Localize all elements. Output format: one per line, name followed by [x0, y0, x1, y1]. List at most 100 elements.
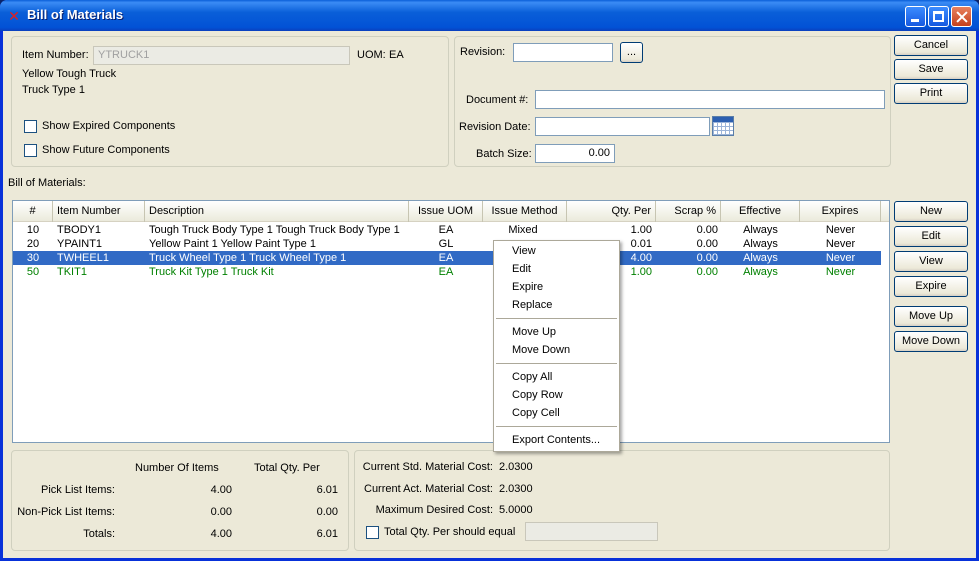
menu-item-copy-cell[interactable]: Copy Cell	[512, 407, 560, 419]
pick-list-items: 4.00	[210, 484, 232, 496]
table-header: # Item Number Description Issue UOM Issu…	[13, 201, 889, 222]
column-header-issue-method[interactable]: Issue Method	[483, 201, 567, 222]
window-title: Bill of Materials	[27, 7, 124, 22]
move-down-button[interactable]: Move Down	[894, 331, 968, 352]
table-row[interactable]: 10 TBODY1 Tough Truck Body Type 1 Tough Tr…	[13, 223, 881, 237]
item-group: Item Number: YTRUCK1 UOM: EA Yellow Toug…	[11, 36, 449, 167]
cell-scrap: 0.00	[696, 252, 718, 264]
cell-seq: 30	[26, 252, 40, 264]
cancel-button[interactable]: Cancel	[894, 35, 968, 56]
menu-item-copy-row[interactable]: Copy Row	[512, 389, 563, 401]
cell-effective: Always	[743, 224, 778, 236]
revision-field[interactable]	[513, 43, 613, 62]
revision-date-label: Revision Date:	[459, 121, 531, 133]
menu-separator	[496, 318, 617, 319]
revision-date-field[interactable]	[535, 117, 710, 136]
menu-item-view[interactable]: View	[512, 245, 536, 257]
menu-item-edit[interactable]: Edit	[512, 263, 531, 275]
batch-size-label: Batch Size:	[476, 148, 532, 160]
uom-label: UOM:	[357, 49, 386, 61]
act-cost-label: Current Act. Material Cost:	[364, 483, 493, 495]
menu-separator	[496, 426, 617, 427]
bom-table[interactable]: # Item Number Description Issue UOM Issu…	[12, 200, 890, 443]
column-header-effective[interactable]: Effective	[721, 201, 800, 222]
calendar-icon[interactable]	[712, 116, 734, 136]
batch-size-field[interactable]: 0.00	[535, 144, 615, 163]
cell-seq: 50	[26, 266, 40, 278]
bom-section-label: Bill of Materials:	[8, 177, 86, 189]
print-button[interactable]: Print	[894, 83, 968, 104]
menu-item-expire[interactable]: Expire	[512, 281, 543, 293]
cell-qty-per: 1.00	[630, 224, 652, 236]
document-label: Document #:	[466, 94, 529, 106]
table-row[interactable]: 30 TWHEEL1 Truck Wheel Type 1 Truck Wheel …	[13, 251, 881, 265]
view-button[interactable]: View	[894, 251, 968, 272]
cell-scrap: 0.00	[696, 238, 718, 250]
expire-button[interactable]: Expire	[894, 276, 968, 297]
bom-window: ✕ Bill of Materials Item Number: YTRUCK1…	[0, 0, 979, 561]
show-expired-checkbox[interactable]	[24, 120, 37, 133]
cell-scrap: 0.00	[696, 224, 718, 236]
cell-issue-uom: EA	[438, 224, 454, 236]
column-header-expires[interactable]: Expires	[800, 201, 881, 222]
column-header-issue-uom[interactable]: Issue UOM	[409, 201, 483, 222]
total-qty-field[interactable]	[525, 522, 658, 541]
non-pick-list-label: Non-Pick List Items:	[17, 506, 115, 518]
non-pick-list-items: 0.00	[210, 506, 232, 518]
total-qty-checkbox[interactable]	[366, 526, 379, 539]
save-button[interactable]: Save	[894, 59, 968, 80]
menu-item-copy-all[interactable]: Copy All	[512, 371, 552, 383]
item-description-2: Truck Type 1	[22, 84, 85, 96]
cell-description: Tough Truck Body Type 1 Tough Truck Body…	[149, 224, 400, 236]
cell-seq: 20	[26, 238, 40, 250]
item-description-1: Yellow Tough Truck	[22, 68, 117, 80]
table-row[interactable]: 20 YPAINT1 Yellow Paint 1 Yellow Paint Typ…	[13, 237, 881, 251]
show-future-checkbox[interactable]	[24, 144, 37, 157]
column-header-item-number[interactable]: Item Number	[53, 201, 145, 222]
desired-cost-value: 5.0000	[499, 504, 533, 516]
cell-description: Truck Kit Type 1 Truck Kit	[149, 266, 274, 278]
column-header-description[interactable]: Description	[145, 201, 409, 222]
pick-list-label: Pick List Items:	[41, 484, 115, 496]
app-icon: ✕	[8, 8, 20, 24]
cell-description: Yellow Paint 1 Yellow Paint Type 1	[149, 238, 316, 250]
menu-item-move-up[interactable]: Move Up	[512, 326, 556, 338]
table-row[interactable]: 50 TKIT1 Truck Kit Type 1 Truck Kit EA 1.00 0…	[13, 265, 881, 279]
cell-item-number: YPAINT1	[57, 238, 103, 250]
total-qty-label: Total Qty. Per should equal	[384, 526, 516, 538]
total-qty-per-header: Total Qty. Per	[254, 462, 320, 474]
cell-effective: Always	[743, 266, 778, 278]
cell-expires: Never	[825, 252, 856, 264]
show-expired-label: Show Expired Components	[42, 120, 176, 132]
pick-list-qty: 6.01	[316, 484, 338, 496]
maximize-button[interactable]	[928, 6, 949, 27]
menu-item-move-down[interactable]: Move Down	[512, 344, 570, 356]
item-number-field[interactable]: YTRUCK1	[93, 46, 350, 65]
cell-issue-uom: EA	[438, 252, 454, 264]
menu-item-replace[interactable]: Replace	[512, 299, 552, 311]
revision-browse-button[interactable]: ...	[620, 42, 643, 63]
cell-item-number: TKIT1	[57, 266, 87, 278]
document-field[interactable]	[535, 90, 885, 109]
totals-qty: 6.01	[316, 528, 338, 540]
move-up-button[interactable]: Move Up	[894, 306, 968, 327]
revision-label: Revision:	[460, 46, 506, 58]
std-cost-value: 2.0300	[499, 461, 533, 473]
number-of-items-header: Number Of Items	[135, 462, 219, 474]
new-button[interactable]: New	[894, 201, 968, 222]
uom-value: EA	[389, 49, 404, 61]
menu-separator	[496, 363, 617, 364]
column-header-scrap[interactable]: Scrap %	[656, 201, 721, 222]
edit-button[interactable]: Edit	[894, 226, 968, 247]
column-header-qty-per[interactable]: Qty. Per	[567, 201, 656, 222]
non-pick-list-qty: 0.00	[316, 506, 338, 518]
title-bar: ✕ Bill of Materials	[0, 0, 979, 31]
close-button[interactable]	[951, 6, 972, 27]
cell-effective: Always	[743, 238, 778, 250]
cell-item-number: TBODY1	[57, 224, 102, 236]
cell-expires: Never	[825, 266, 856, 278]
minimize-button[interactable]	[905, 6, 926, 27]
menu-item-export-contents[interactable]: Export Contents...	[512, 434, 600, 446]
cell-seq: 10	[26, 224, 40, 236]
column-header-seq[interactable]: #	[13, 201, 53, 222]
